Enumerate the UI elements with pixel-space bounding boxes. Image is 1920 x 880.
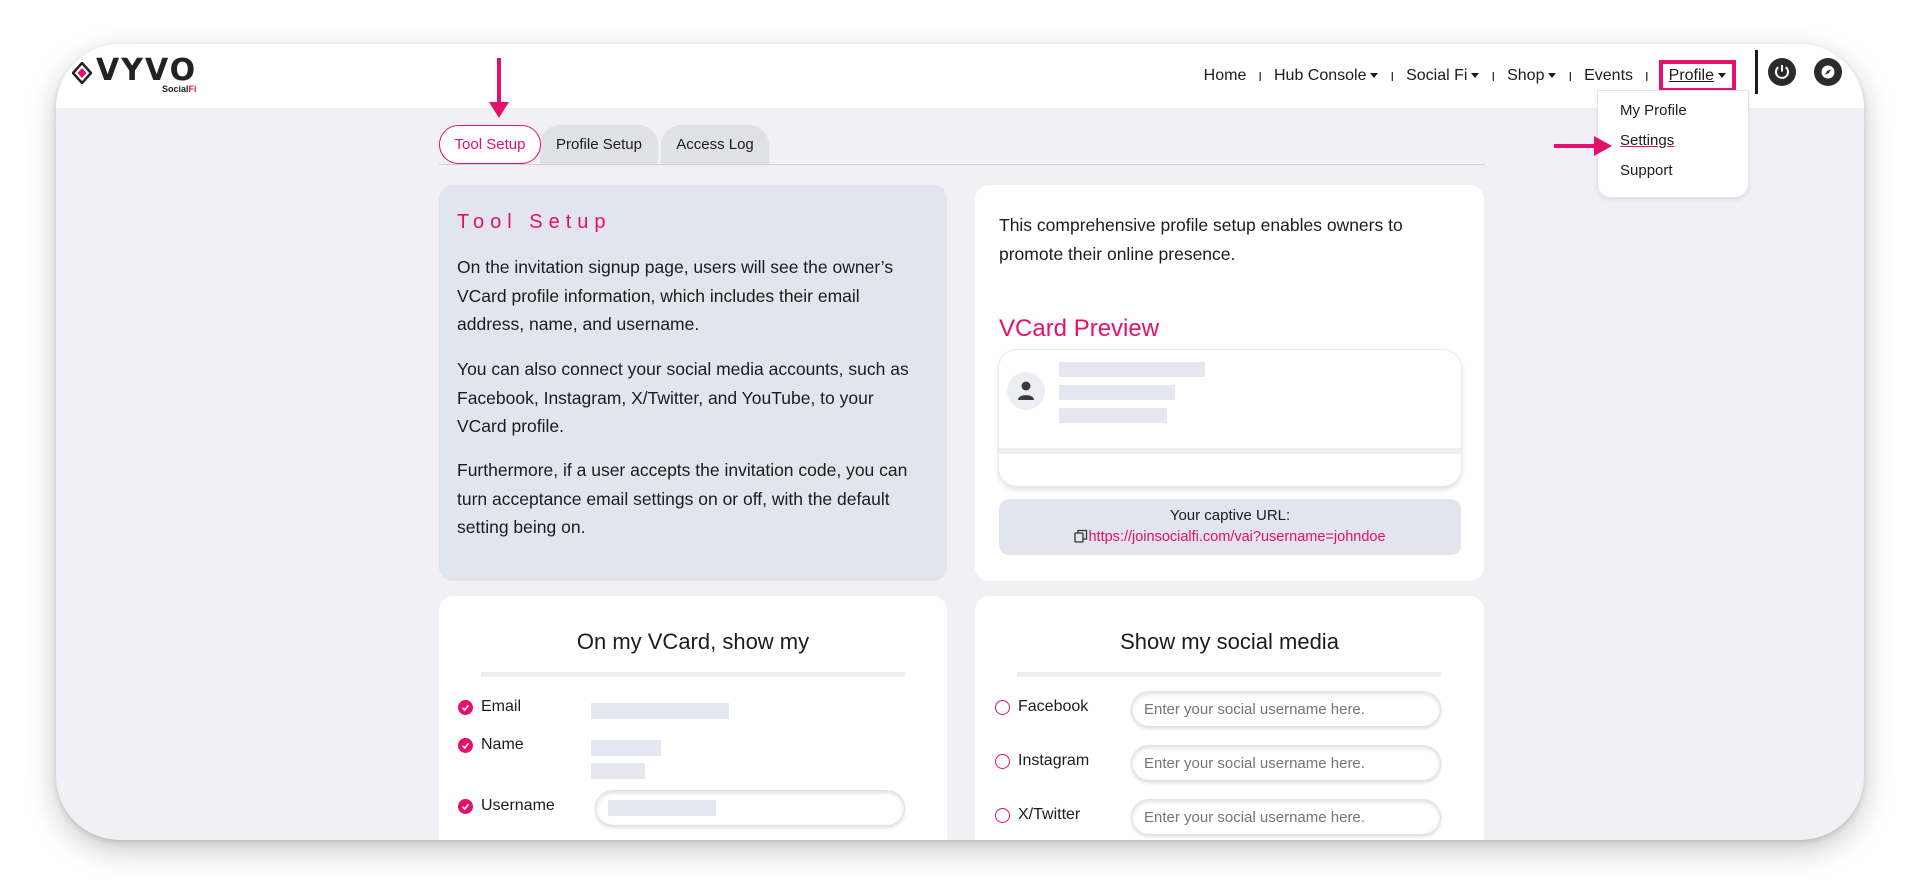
diamond-logo-icon — [72, 62, 92, 84]
vcard-preview-title: VCard Preview — [999, 315, 1160, 342]
profile-dropdown-menu: My Profile Settings Support — [1597, 90, 1749, 198]
name-label: Name — [481, 736, 524, 753]
name-checkbox[interactable] — [458, 738, 473, 753]
captive-url-box: Your captive URL: https://joinsocialfi.c… — [999, 499, 1461, 555]
nav-events[interactable]: Events — [1578, 67, 1639, 85]
tool-setup-paragraph: You can also connect your social media a… — [457, 359, 909, 436]
preview-intro-text: This comprehensive profile setup enables… — [999, 215, 1403, 264]
x-twitter-label: X/Twitter — [1018, 806, 1081, 823]
captive-url-link[interactable]: https://joinsocialfi.com/vai?username=jo… — [999, 529, 1461, 545]
facebook-username-input[interactable] — [1131, 691, 1441, 727]
last-name-placeholder — [591, 763, 645, 779]
nav-social-fi[interactable]: Social Fi — [1400, 67, 1485, 85]
vyvo-logo[interactable]: VYVO SocialFi — [72, 53, 212, 94]
app-window: VYVO SocialFi Home I Hub Console I Socia… — [56, 44, 1864, 840]
x-twitter-radio[interactable] — [995, 808, 1010, 823]
nav-home[interactable]: Home — [1198, 67, 1253, 85]
compass-icon — [1821, 65, 1835, 79]
arrow-right-icon — [1554, 136, 1612, 156]
nav-separator: I — [1258, 68, 1262, 84]
tool-setup-title: Tool Setup — [457, 211, 612, 233]
caret-down-icon — [1718, 73, 1726, 79]
instagram-radio[interactable] — [995, 754, 1010, 769]
vcard-divider — [999, 448, 1461, 454]
logo-wordmark: VYVO — [96, 53, 198, 88]
nav-separator: I — [1568, 68, 1573, 84]
vcard-preview-card: This comprehensive profile setup enables… — [975, 185, 1484, 581]
first-name-placeholder — [591, 740, 661, 756]
top-navbar: VYVO SocialFi Home I Hub Console I Socia… — [56, 44, 1864, 108]
email-checkbox[interactable] — [458, 700, 473, 715]
menu-item-my-profile[interactable]: My Profile — [1620, 102, 1687, 119]
instagram-label: Instagram — [1018, 752, 1090, 769]
vcard-fields-card: On my VCard, show my Email Name Username — [439, 596, 947, 840]
email-value-placeholder — [591, 703, 729, 719]
tab-profile-setup[interactable]: Profile Setup — [540, 125, 658, 164]
text-placeholder — [1059, 408, 1167, 423]
nav-profile[interactable]: Profile — [1658, 60, 1736, 92]
explore-button[interactable] — [1814, 58, 1842, 86]
power-button[interactable] — [1768, 58, 1796, 86]
menu-item-settings[interactable]: Settings — [1620, 132, 1674, 149]
social-media-card: Show my social media Facebook Instagram … — [975, 596, 1484, 840]
username-checkbox[interactable] — [458, 799, 473, 814]
check-icon — [461, 704, 470, 712]
instagram-username-input[interactable] — [1131, 745, 1441, 781]
username-label: Username — [481, 797, 555, 814]
vcard-preview — [999, 350, 1461, 486]
email-label: Email — [481, 698, 522, 715]
check-icon — [461, 803, 470, 811]
x-twitter-username-input[interactable] — [1131, 799, 1441, 835]
facebook-radio[interactable] — [995, 700, 1010, 715]
tool-setup-card: Tool Setup On the invitation signup page… — [439, 185, 947, 581]
caret-down-icon — [1471, 73, 1480, 79]
caret-down-icon — [1370, 73, 1379, 79]
check-icon — [461, 742, 470, 750]
user-icon — [1018, 381, 1034, 400]
nav-separator: I — [1491, 68, 1496, 84]
social-media-title: Show my social media — [1120, 629, 1339, 654]
section-divider — [1017, 672, 1441, 677]
tool-setup-paragraph: On the invitation signup page, users wil… — [457, 257, 894, 334]
nav-shop[interactable]: Shop — [1501, 67, 1562, 85]
facebook-label: Facebook — [1018, 698, 1089, 715]
menu-item-support[interactable]: Support — [1620, 162, 1673, 179]
text-placeholder — [1059, 385, 1175, 400]
tabs-underline — [439, 164, 1485, 165]
avatar — [1007, 372, 1045, 410]
logo-subtitle: SocialFi — [162, 84, 197, 94]
nav-separator: I — [1645, 68, 1649, 84]
tab-tool-setup[interactable]: Tool Setup — [439, 125, 541, 164]
nav-separator: I — [1390, 68, 1395, 84]
username-input[interactable] — [595, 790, 905, 826]
vcard-fields-title: On my VCard, show my — [576, 629, 810, 654]
tool-setup-paragraph: Furthermore, if a user accepts the invit… — [457, 460, 908, 537]
arrow-down-icon — [489, 58, 509, 118]
tab-access-log[interactable]: Access Log — [661, 125, 769, 164]
section-divider — [481, 672, 905, 677]
copy-icon[interactable] — [1074, 529, 1088, 543]
captive-url-label: Your captive URL: — [1169, 507, 1291, 524]
username-value-placeholder — [608, 800, 716, 816]
nav-hub-console[interactable]: Hub Console — [1268, 67, 1385, 85]
text-placeholder — [1059, 362, 1205, 377]
caret-down-icon — [1548, 73, 1557, 79]
power-icon — [1775, 65, 1789, 79]
nav-divider — [1755, 50, 1758, 94]
